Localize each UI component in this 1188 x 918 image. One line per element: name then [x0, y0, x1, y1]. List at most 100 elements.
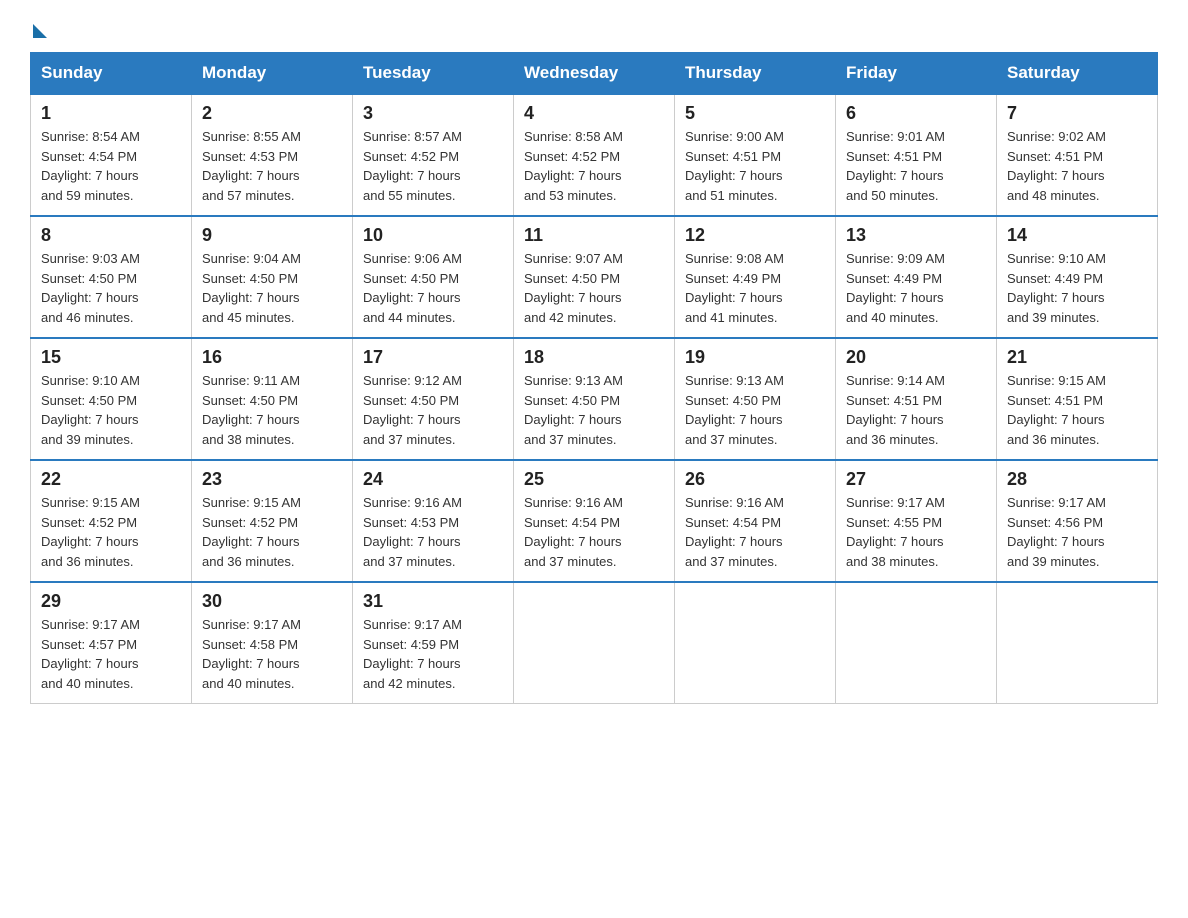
calendar-cell: 20Sunrise: 9:14 AM Sunset: 4:51 PM Dayli…	[836, 338, 997, 460]
day-info: Sunrise: 9:11 AM Sunset: 4:50 PM Dayligh…	[202, 371, 342, 449]
calendar-header: SundayMondayTuesdayWednesdayThursdayFrid…	[31, 53, 1158, 95]
day-info: Sunrise: 9:14 AM Sunset: 4:51 PM Dayligh…	[846, 371, 986, 449]
calendar-cell: 15 Sunrise: 9:10 AM Sunset: 4:50 PM Dayli…	[31, 338, 192, 460]
week-row-1: 1Sunrise: 8:54 AM Sunset: 4:54 PM Daylig…	[31, 94, 1158, 216]
day-info: Sunrise: 9:17 AM Sunset: 4:57 PM Dayligh…	[41, 615, 181, 693]
calendar-cell	[997, 582, 1158, 704]
day-number: 22	[41, 469, 181, 490]
column-header-saturday: Saturday	[997, 53, 1158, 95]
day-number: 12	[685, 225, 825, 246]
day-number: 18	[524, 347, 664, 368]
calendar-cell: 16 Sunrise: 9:11 AM Sunset: 4:50 PM Dayli…	[192, 338, 353, 460]
day-number: 23	[202, 469, 342, 490]
day-info: Sunrise: 9:15 AM Sunset: 4:51 PM Dayligh…	[1007, 371, 1147, 449]
week-row-5: 29 Sunrise: 9:17 AM Sunset: 4:57 PM Dayli…	[31, 582, 1158, 704]
calendar-cell: 8Sunrise: 9:03 AM Sunset: 4:50 PM Daylig…	[31, 216, 192, 338]
day-info: Sunrise: 9:17 AM Sunset: 4:59 PM Dayligh…	[363, 615, 503, 693]
column-header-sunday: Sunday	[31, 53, 192, 95]
calendar-cell: 28 Sunrise: 9:17 AM Sunset: 4:56 PM Dayli…	[997, 460, 1158, 582]
day-number: 2	[202, 103, 342, 124]
day-number: 4	[524, 103, 664, 124]
day-info: Sunrise: 9:03 AM Sunset: 4:50 PM Dayligh…	[41, 249, 181, 327]
day-number: 24	[363, 469, 503, 490]
day-number: 28	[1007, 469, 1147, 490]
day-info: Sunrise: 9:16 AM Sunset: 4:54 PM Dayligh…	[524, 493, 664, 571]
calendar-cell: 26 Sunrise: 9:16 AM Sunset: 4:54 PM Dayli…	[675, 460, 836, 582]
day-number: 29	[41, 591, 181, 612]
calendar-cell: 24Sunrise: 9:16 AM Sunset: 4:53 PM Dayli…	[353, 460, 514, 582]
calendar-body: 1Sunrise: 8:54 AM Sunset: 4:54 PM Daylig…	[31, 94, 1158, 704]
day-number: 19	[685, 347, 825, 368]
day-number: 3	[363, 103, 503, 124]
day-number: 31	[363, 591, 503, 612]
calendar-table: SundayMondayTuesdayWednesdayThursdayFrid…	[30, 52, 1158, 704]
day-number: 26	[685, 469, 825, 490]
calendar-cell: 11Sunrise: 9:07 AM Sunset: 4:50 PM Dayli…	[514, 216, 675, 338]
day-number: 25	[524, 469, 664, 490]
day-info: Sunrise: 9:08 AM Sunset: 4:49 PM Dayligh…	[685, 249, 825, 327]
calendar-cell	[675, 582, 836, 704]
day-number: 27	[846, 469, 986, 490]
day-number: 13	[846, 225, 986, 246]
calendar-cell: 9Sunrise: 9:04 AM Sunset: 4:50 PM Daylig…	[192, 216, 353, 338]
day-info: Sunrise: 9:10 AM Sunset: 4:49 PM Dayligh…	[1007, 249, 1147, 327]
day-number: 6	[846, 103, 986, 124]
day-info: Sunrise: 9:13 AM Sunset: 4:50 PM Dayligh…	[524, 371, 664, 449]
day-info: Sunrise: 8:57 AM Sunset: 4:52 PM Dayligh…	[363, 127, 503, 205]
day-info: Sunrise: 9:17 AM Sunset: 4:56 PM Dayligh…	[1007, 493, 1147, 571]
day-number: 5	[685, 103, 825, 124]
day-number: 16	[202, 347, 342, 368]
column-header-thursday: Thursday	[675, 53, 836, 95]
day-info: Sunrise: 9:15 AM Sunset: 4:52 PM Dayligh…	[41, 493, 181, 571]
calendar-cell: 4 Sunrise: 8:58 AM Sunset: 4:52 PM Daylig…	[514, 94, 675, 216]
day-info: Sunrise: 9:04 AM Sunset: 4:50 PM Dayligh…	[202, 249, 342, 327]
week-row-2: 8Sunrise: 9:03 AM Sunset: 4:50 PM Daylig…	[31, 216, 1158, 338]
calendar-cell: 18 Sunrise: 9:13 AM Sunset: 4:50 PM Dayli…	[514, 338, 675, 460]
calendar-cell: 6 Sunrise: 9:01 AM Sunset: 4:51 PM Daylig…	[836, 94, 997, 216]
column-header-wednesday: Wednesday	[514, 53, 675, 95]
day-info: Sunrise: 9:13 AM Sunset: 4:50 PM Dayligh…	[685, 371, 825, 449]
header-row: SundayMondayTuesdayWednesdayThursdayFrid…	[31, 53, 1158, 95]
column-header-monday: Monday	[192, 53, 353, 95]
calendar-cell: 12 Sunrise: 9:08 AM Sunset: 4:49 PM Dayli…	[675, 216, 836, 338]
day-info: Sunrise: 9:01 AM Sunset: 4:51 PM Dayligh…	[846, 127, 986, 205]
day-number: 21	[1007, 347, 1147, 368]
day-info: Sunrise: 8:58 AM Sunset: 4:52 PM Dayligh…	[524, 127, 664, 205]
logo	[30, 20, 47, 32]
week-row-3: 15 Sunrise: 9:10 AM Sunset: 4:50 PM Dayli…	[31, 338, 1158, 460]
day-number: 17	[363, 347, 503, 368]
calendar-cell: 17Sunrise: 9:12 AM Sunset: 4:50 PM Dayli…	[353, 338, 514, 460]
day-number: 14	[1007, 225, 1147, 246]
column-header-tuesday: Tuesday	[353, 53, 514, 95]
logo-arrow-icon	[33, 24, 47, 38]
week-row-4: 22 Sunrise: 9:15 AM Sunset: 4:52 PM Dayli…	[31, 460, 1158, 582]
calendar-cell: 21 Sunrise: 9:15 AM Sunset: 4:51 PM Dayli…	[997, 338, 1158, 460]
calendar-cell: 23 Sunrise: 9:15 AM Sunset: 4:52 PM Dayli…	[192, 460, 353, 582]
day-info: Sunrise: 9:02 AM Sunset: 4:51 PM Dayligh…	[1007, 127, 1147, 205]
day-info: Sunrise: 9:10 AM Sunset: 4:50 PM Dayligh…	[41, 371, 181, 449]
calendar-cell: 31 Sunrise: 9:17 AM Sunset: 4:59 PM Dayli…	[353, 582, 514, 704]
day-info: Sunrise: 8:55 AM Sunset: 4:53 PM Dayligh…	[202, 127, 342, 205]
day-number: 30	[202, 591, 342, 612]
day-info: Sunrise: 9:17 AM Sunset: 4:55 PM Dayligh…	[846, 493, 986, 571]
page-header	[30, 20, 1158, 32]
calendar-cell: 22 Sunrise: 9:15 AM Sunset: 4:52 PM Dayli…	[31, 460, 192, 582]
calendar-cell: 30 Sunrise: 9:17 AM Sunset: 4:58 PM Dayli…	[192, 582, 353, 704]
calendar-cell: 19 Sunrise: 9:13 AM Sunset: 4:50 PM Dayli…	[675, 338, 836, 460]
day-number: 10	[363, 225, 503, 246]
day-info: Sunrise: 9:00 AM Sunset: 4:51 PM Dayligh…	[685, 127, 825, 205]
day-number: 11	[524, 225, 664, 246]
calendar-cell: 27 Sunrise: 9:17 AM Sunset: 4:55 PM Dayli…	[836, 460, 997, 582]
day-info: Sunrise: 9:16 AM Sunset: 4:54 PM Dayligh…	[685, 493, 825, 571]
day-number: 15	[41, 347, 181, 368]
calendar-cell: 3 Sunrise: 8:57 AM Sunset: 4:52 PM Daylig…	[353, 94, 514, 216]
day-info: Sunrise: 9:15 AM Sunset: 4:52 PM Dayligh…	[202, 493, 342, 571]
calendar-cell: 5 Sunrise: 9:00 AM Sunset: 4:51 PM Daylig…	[675, 94, 836, 216]
calendar-cell: 7 Sunrise: 9:02 AM Sunset: 4:51 PM Daylig…	[997, 94, 1158, 216]
calendar-cell	[514, 582, 675, 704]
calendar-cell: 2 Sunrise: 8:55 AM Sunset: 4:53 PM Daylig…	[192, 94, 353, 216]
day-info: Sunrise: 9:06 AM Sunset: 4:50 PM Dayligh…	[363, 249, 503, 327]
column-header-friday: Friday	[836, 53, 997, 95]
day-number: 7	[1007, 103, 1147, 124]
day-info: Sunrise: 9:17 AM Sunset: 4:58 PM Dayligh…	[202, 615, 342, 693]
